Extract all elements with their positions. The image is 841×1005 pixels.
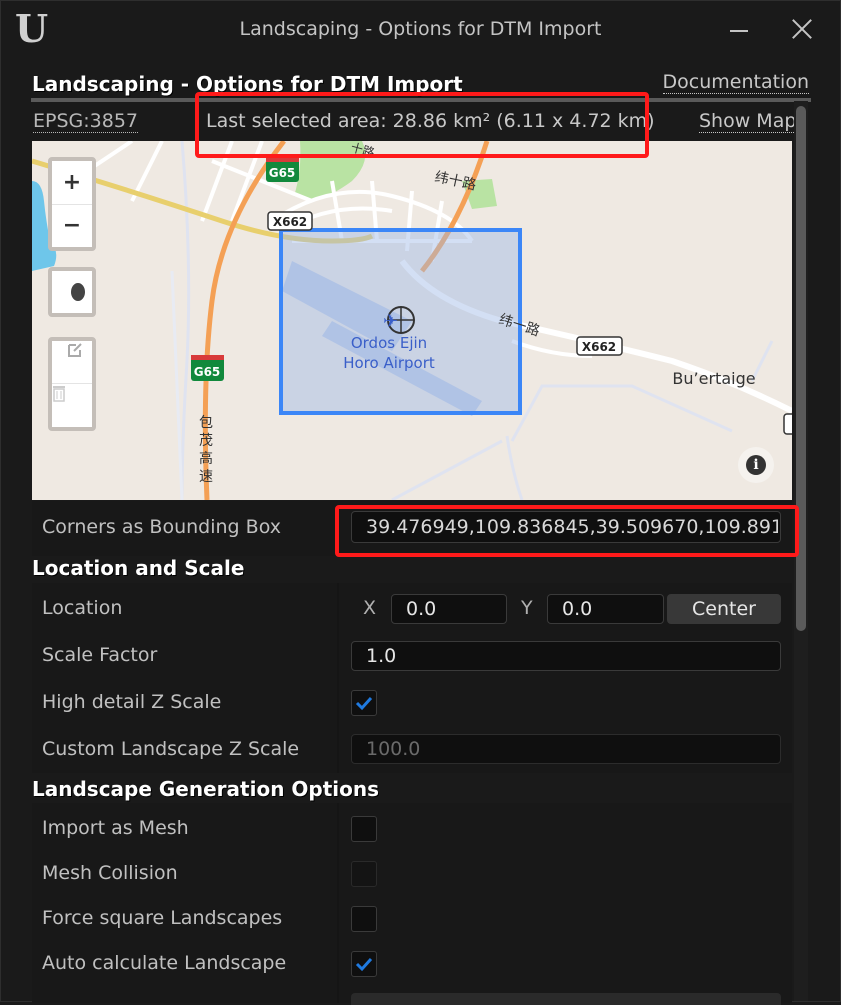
scale-factor-label: Scale Factor [42, 644, 158, 666]
bounding-box-label: Corners as Bounding Box [42, 516, 281, 538]
force-square-checkbox[interactable] [351, 906, 377, 932]
location-x-input[interactable] [391, 594, 507, 624]
auto-calculate-label: Auto calculate Landscape [42, 952, 287, 974]
zoom-out-button[interactable]: − [52, 204, 92, 247]
edit-control [48, 337, 96, 431]
dtm-import-window: U Landscaping - Options for DTM Import L… [0, 0, 841, 1005]
svg-text:速: 速 [199, 469, 213, 485]
svg-text:X662: X662 [582, 340, 616, 354]
location-y-input[interactable] [547, 594, 664, 624]
town-label: Bu’ertaige [672, 369, 755, 388]
map-base: ✈ G65 G65 X662 X662 Ordos Ejin Horo Airp… [32, 141, 792, 500]
shield-x662-b: X662 [576, 336, 623, 356]
auto-calculate-checkbox[interactable] [351, 951, 377, 977]
map-info-button[interactable]: i [738, 447, 774, 483]
custom-z-scale-input [351, 734, 781, 764]
window-title: Landscaping - Options for DTM Import [239, 18, 602, 40]
scale-factor-input[interactable] [351, 641, 781, 671]
section-generation-options: Landscape Generation Options [32, 777, 380, 801]
mesh-collision-checkbox [351, 861, 377, 887]
high-detail-z-label: High detail Z Scale [42, 691, 222, 713]
circle-draw-icon [71, 283, 85, 301]
epsg-link[interactable]: EPSG:3857 [33, 110, 139, 133]
checkmark-icon [355, 957, 373, 972]
svg-text:G65: G65 [269, 166, 296, 180]
edit-icon [68, 343, 82, 357]
x-label: X [363, 597, 377, 619]
title-bar[interactable]: U Landscaping - Options for DTM Import [1, 1, 840, 59]
airport-label-2: Horo Airport [343, 354, 435, 372]
next-field-partial[interactable] [351, 993, 781, 1005]
airplane-icon: ✈ [383, 311, 398, 332]
svg-text:包: 包 [199, 415, 213, 431]
shield-x662-a: X662 [267, 211, 313, 231]
road-label-top: 纬十路 [433, 169, 477, 193]
documentation-link[interactable]: Documentation [662, 71, 809, 94]
airport-label-1: Ordos Ejin [351, 334, 427, 352]
draw-circle-button[interactable] [52, 271, 92, 313]
delete-button[interactable] [52, 384, 92, 427]
svg-text:茂: 茂 [199, 432, 213, 449]
y-label: Y [521, 597, 533, 619]
shield-g65-top: G65 [266, 158, 299, 182]
mesh-collision-label: Mesh Collision [42, 862, 178, 884]
zoom-in-button[interactable]: + [52, 161, 92, 205]
header-divider [31, 98, 811, 102]
scrollbar-thumb[interactable] [796, 106, 806, 631]
trash-icon [53, 386, 65, 402]
high-detail-z-checkbox[interactable] [351, 690, 377, 716]
svg-text:G65: G65 [194, 365, 221, 379]
bounding-box-input[interactable] [351, 511, 781, 543]
svg-text:X662: X662 [273, 215, 307, 229]
location-label: Location [42, 597, 123, 619]
selected-area-text: Last selected area: 28.86 km² (6.11 x 4.… [206, 110, 655, 132]
force-square-label: Force square Landscapes [42, 907, 283, 929]
edit-button[interactable] [52, 341, 92, 384]
custom-z-scale-label: Custom Landscape Z Scale [42, 738, 300, 760]
shield-g65-bottom: G65 [191, 355, 224, 381]
panel-title: Landscaping - Options for DTM Import [32, 72, 463, 96]
section-location-scale: Location and Scale [32, 556, 245, 580]
info-icon: i [746, 455, 766, 475]
minimize-icon[interactable] [728, 15, 752, 43]
zoom-control: + − [48, 157, 96, 251]
center-button[interactable]: Center [667, 594, 781, 624]
map-view[interactable]: ✈ G65 G65 X662 X662 Ordos Ejin Horo Airp… [32, 141, 792, 500]
import-as-mesh-checkbox[interactable] [351, 816, 377, 842]
show-map-link[interactable]: Show Map [699, 110, 797, 133]
svg-text:高: 高 [199, 450, 213, 467]
close-icon[interactable] [790, 17, 814, 41]
draw-control [48, 267, 96, 317]
checkmark-icon [355, 696, 373, 711]
import-as-mesh-label: Import as Mesh [42, 817, 189, 839]
